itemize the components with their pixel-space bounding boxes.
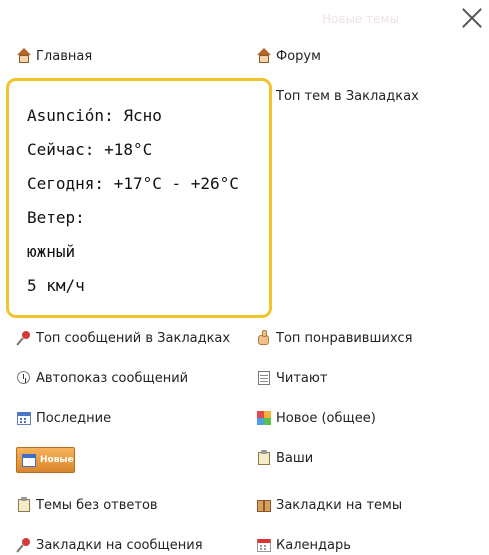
menu-new-general-label: Новое (общее) — [276, 410, 376, 426]
close-icon[interactable] — [461, 6, 483, 28]
weather-today: Сегодня: +17°C - +26°C — [27, 174, 239, 193]
menu-calendar-label: Календарь — [276, 537, 351, 553]
clock-icon — [16, 370, 32, 386]
pushpin-icon — [16, 537, 32, 553]
menu-top-topics-bookmarks[interactable]: Топ тем в Закладках — [256, 86, 419, 106]
menu-post-bookmarks[interactable]: Закладки на сообщения — [16, 535, 203, 555]
menu-topic-bookmarks-label: Закладки на темы — [276, 497, 403, 513]
weather-wind-direction: южный — [27, 242, 76, 261]
box-icon — [256, 497, 272, 513]
menu-autoshow[interactable]: Автопоказ сообщений — [16, 368, 188, 388]
menu-post-bookmarks-label: Закладки на сообщения — [36, 537, 203, 553]
menu-top-topics-bookmarks-label: Топ тем в Закладках — [276, 88, 419, 104]
calendar-icon — [256, 537, 272, 553]
menu-latest[interactable]: Последние — [16, 408, 111, 428]
clipboard-icon — [16, 497, 32, 513]
menu-latest-label: Последние — [36, 410, 112, 426]
calendar-icon — [22, 453, 36, 467]
menu-reading[interactable]: Читают — [256, 368, 327, 388]
menu-home[interactable]: Главная — [16, 46, 92, 66]
menu-yours-label: Ваши — [276, 450, 314, 466]
thumbs-up-icon — [256, 330, 272, 346]
weather-wind-speed: 5 км/ч — [27, 276, 85, 295]
background-hint: Новые темы — [322, 12, 400, 26]
menu-home-label: Главная — [36, 48, 93, 64]
menu-top-posts-bookmarks-label: Топ сообщений в Закладках — [36, 330, 231, 346]
menu-new-general[interactable]: Новое (общее) — [256, 408, 376, 428]
clipboard-icon — [256, 450, 272, 466]
menu-topic-bookmarks[interactable]: Закладки на темы — [256, 495, 402, 515]
new-button[interactable]: Новые — [16, 447, 75, 473]
menu-yours[interactable]: Ваши — [256, 448, 313, 468]
menu-forum-label: Форум — [276, 48, 321, 64]
menu-reading-label: Читают — [276, 370, 328, 386]
menu-calendar[interactable]: Календарь — [256, 535, 351, 555]
calendar-icon — [16, 410, 32, 426]
home-icon — [16, 48, 32, 64]
pushpin-icon — [16, 330, 32, 346]
colored-tiles-icon — [256, 410, 272, 426]
document-icon — [256, 370, 272, 386]
menu-unanswered[interactable]: Темы без ответов — [16, 495, 158, 515]
weather-widget: Asunción: Ясно Сейчас: +18°C Сегодня: +1… — [6, 78, 272, 318]
menu-forum[interactable]: Форум — [256, 46, 321, 66]
menu-top-posts-bookmarks[interactable]: Топ сообщений в Закладках — [16, 328, 230, 348]
menu-top-liked[interactable]: Топ понравившихся — [256, 328, 412, 348]
weather-city: Asunción: Ясно — [27, 106, 162, 125]
menu-top-liked-label: Топ понравившихся — [276, 330, 413, 346]
home-icon — [256, 48, 272, 64]
weather-now: Сейчас: +18°C — [27, 140, 153, 159]
weather-wind-label: Ветер: — [27, 208, 85, 227]
new-button-label: Новые — [40, 455, 74, 465]
menu-unanswered-label: Темы без ответов — [36, 497, 158, 513]
menu-autoshow-label: Автопоказ сообщений — [36, 370, 189, 386]
